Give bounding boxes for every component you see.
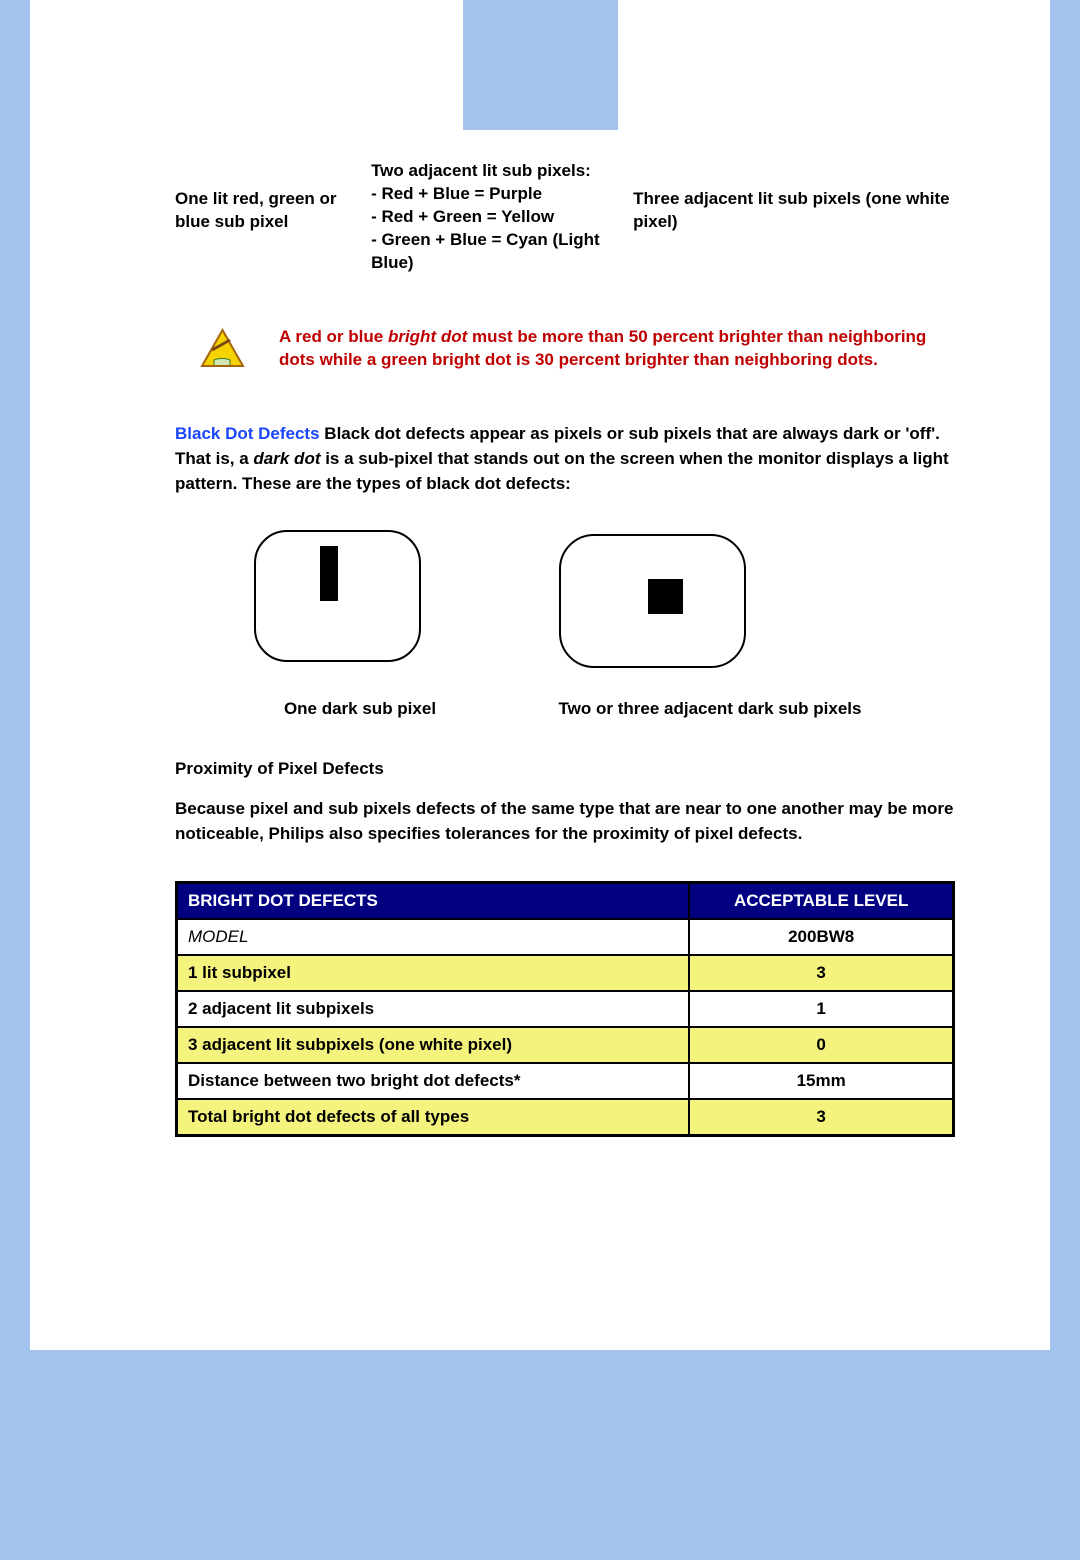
table-cell-value: 0 [689, 1027, 953, 1063]
dark-dot-captions: One dark sub pixel Two or three adjacent… [255, 699, 955, 719]
caption-two-adjacent: Two adjacent lit sub pixels: - Red + Blu… [371, 160, 613, 275]
caption-one-lit: One lit red, green or blue sub pixel [175, 160, 351, 275]
table-cell-label: 1 lit subpixel [177, 955, 690, 991]
table-row: Distance between two bright dot defects*… [177, 1063, 954, 1099]
black-dot-label: Black Dot Defects [175, 424, 320, 443]
note-em: bright dot [388, 327, 467, 346]
table-row: 2 adjacent lit subpixels1 [177, 991, 954, 1027]
warning-text: A red or blue bright dot must be more th… [279, 325, 955, 373]
table-cell-value: 15mm [689, 1063, 953, 1099]
subpixel-captions-row: One lit red, green or blue sub pixel Two… [175, 160, 955, 275]
table-cell-label: Distance between two bright dot defects* [177, 1063, 690, 1099]
table-cell-label: 3 adjacent lit subpixels (one white pixe… [177, 1027, 690, 1063]
content-sheet: One lit red, green or blue sub pixel Two… [30, 0, 1050, 1350]
figure-one-dark-subpixel [245, 521, 430, 679]
dark-dot-figures [245, 521, 955, 679]
caption-three-adjacent: Three adjacent lit sub pixels (one white… [633, 160, 955, 275]
top-figure-placeholder [463, 0, 618, 130]
black-dot-paragraph: Black Dot Defects Black dot defects appe… [175, 422, 955, 496]
table-row: MODEL200BW8 [177, 919, 954, 955]
top-figure-wrap [45, 0, 1035, 160]
caption-multi-dark: Two or three adjacent dark sub pixels [540, 699, 880, 719]
table-cell-value: 3 [689, 955, 953, 991]
two-adj-l3: - Green + Blue = Cyan (Light Blue) [371, 230, 600, 272]
table-cell-value: 200BW8 [689, 919, 953, 955]
proximity-text: Because pixel and sub pixels defects of … [175, 797, 955, 846]
table-cell-label: Total bright dot defects of all types [177, 1099, 690, 1136]
header-defect: BRIGHT DOT DEFECTS [177, 883, 690, 920]
figure-multi-dark-subpixels [550, 521, 755, 679]
proximity-title: Proximity of Pixel Defects [175, 759, 955, 779]
warning-icon [200, 328, 245, 368]
warning-note: A red or blue bright dot must be more th… [200, 325, 955, 373]
two-adj-title: Two adjacent lit sub pixels: [371, 161, 591, 180]
page: One lit red, green or blue sub pixel Two… [0, 0, 1080, 1560]
table-cell-value: 3 [689, 1099, 953, 1136]
table-row: 3 adjacent lit subpixels (one white pixe… [177, 1027, 954, 1063]
two-adj-l1: - Red + Blue = Purple [371, 184, 542, 203]
two-adj-l2: - Red + Green = Yellow [371, 207, 554, 226]
note-part1: A red or blue [279, 327, 388, 346]
table-cell-label: MODEL [177, 919, 690, 955]
table-header-row: BRIGHT DOT DEFECTS ACCEPTABLE LEVEL [177, 883, 954, 920]
caption-one-dark: One dark sub pixel [255, 699, 465, 719]
black-dot-em: dark dot [253, 449, 320, 468]
inner-content: One lit red, green or blue sub pixel Two… [175, 160, 955, 1137]
table-cell-value: 1 [689, 991, 953, 1027]
defect-table: BRIGHT DOT DEFECTS ACCEPTABLE LEVEL MODE… [175, 881, 955, 1137]
table-row: 1 lit subpixel3 [177, 955, 954, 991]
table-cell-label: 2 adjacent lit subpixels [177, 991, 690, 1027]
table-row: Total bright dot defects of all types3 [177, 1099, 954, 1136]
header-level: ACCEPTABLE LEVEL [689, 883, 953, 920]
